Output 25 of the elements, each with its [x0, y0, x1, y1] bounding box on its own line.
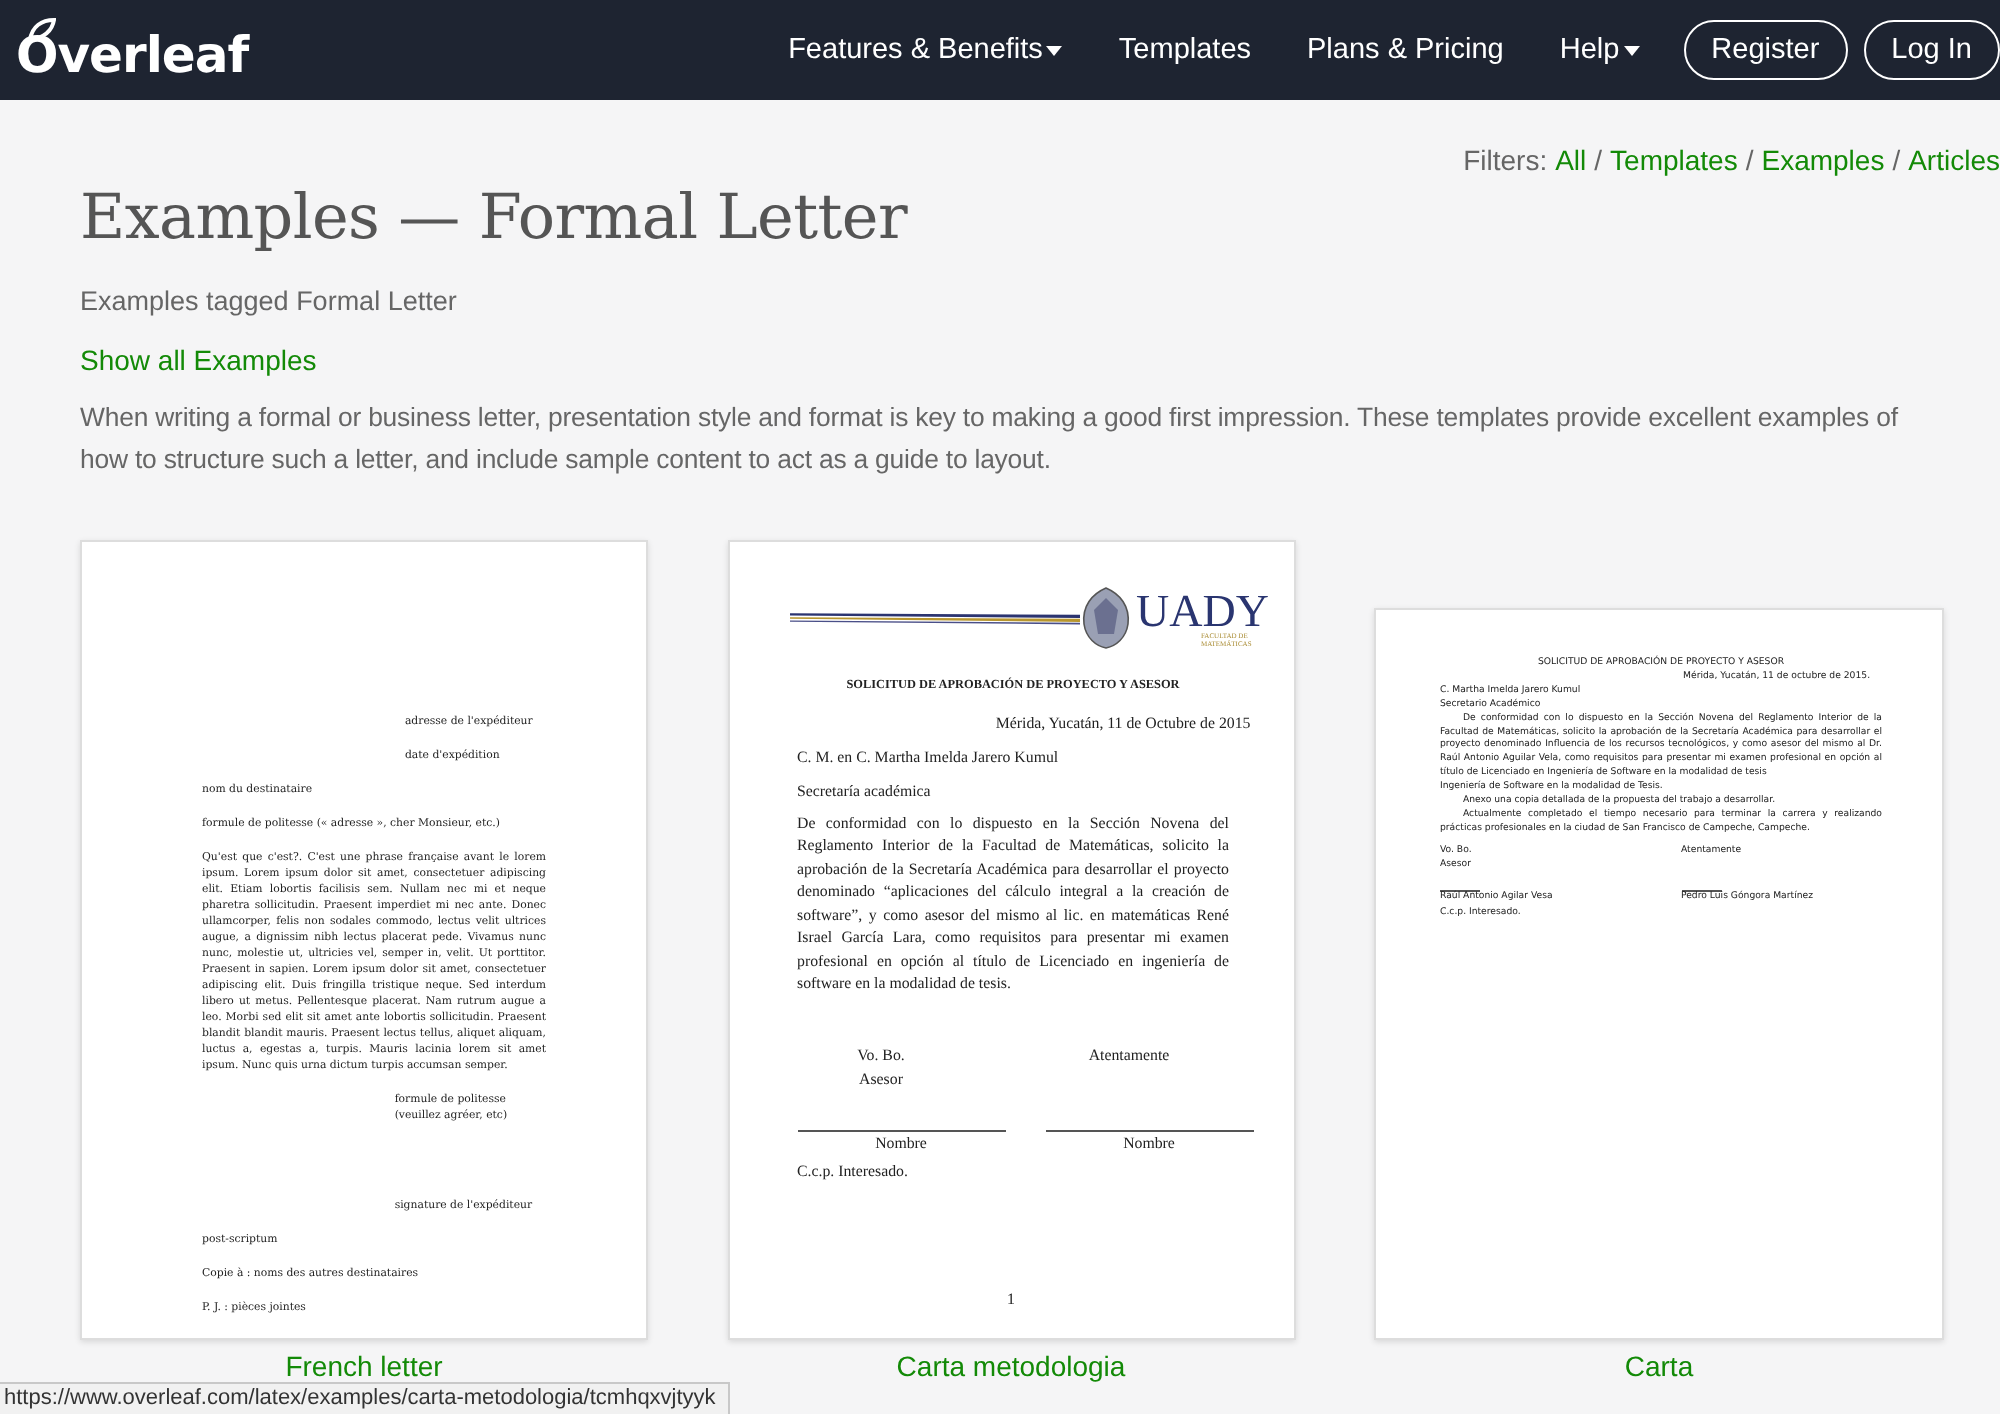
- page-title: Examples — Formal Letter: [80, 182, 910, 254]
- status-url-tooltip: https://www.overleaf.com/latex/examples/carta-metodologia/tcmhqxvjtyyk: [0, 1382, 730, 1414]
- filter-separator: /: [1892, 144, 1901, 176]
- nav-link[interactable]: Templates: [1090, 34, 1280, 66]
- header-button[interactable]: Log In: [1863, 20, 2000, 80]
- show-all-link[interactable]: Show all Examples: [80, 344, 317, 376]
- filter-link[interactable]: Examples: [1761, 144, 1885, 176]
- header-button[interactable]: Register: [1683, 20, 1848, 80]
- nav-link[interactable]: Plans & Pricing: [1279, 34, 1532, 66]
- logo-text: UADY: [1136, 587, 1269, 634]
- filter-link[interactable]: Templates: [1610, 144, 1738, 176]
- filter-separator: /: [1594, 144, 1603, 176]
- example-link[interactable]: Carta: [1624, 1352, 1694, 1382]
- seal-icon: [1080, 586, 1133, 650]
- example-link[interactable]: Carta metodologia: [896, 1352, 1126, 1382]
- filter-link[interactable]: All: [1555, 144, 1587, 176]
- filters-label: Filters:: [1463, 144, 1548, 176]
- description-text: When writing a formal or business letter, presentation style and format is key to making a good first impression. These templates provide excellent examples of how to structure such a letter, and include sample content to act as a guide to layout.: [80, 400, 1900, 478]
- page-subtitle: Examples tagged Formal Letter: [80, 286, 459, 316]
- example-link[interactable]: French letter: [285, 1352, 443, 1382]
- nav-link[interactable]: Features & Benefits: [760, 34, 1091, 66]
- nav-link[interactable]: Help: [1531, 34, 1668, 66]
- overleaf-logo[interactable]: Overleaf: [16, 25, 249, 83]
- filter-link[interactable]: Articles: [1908, 144, 2000, 176]
- filter-separator: /: [1745, 144, 1754, 176]
